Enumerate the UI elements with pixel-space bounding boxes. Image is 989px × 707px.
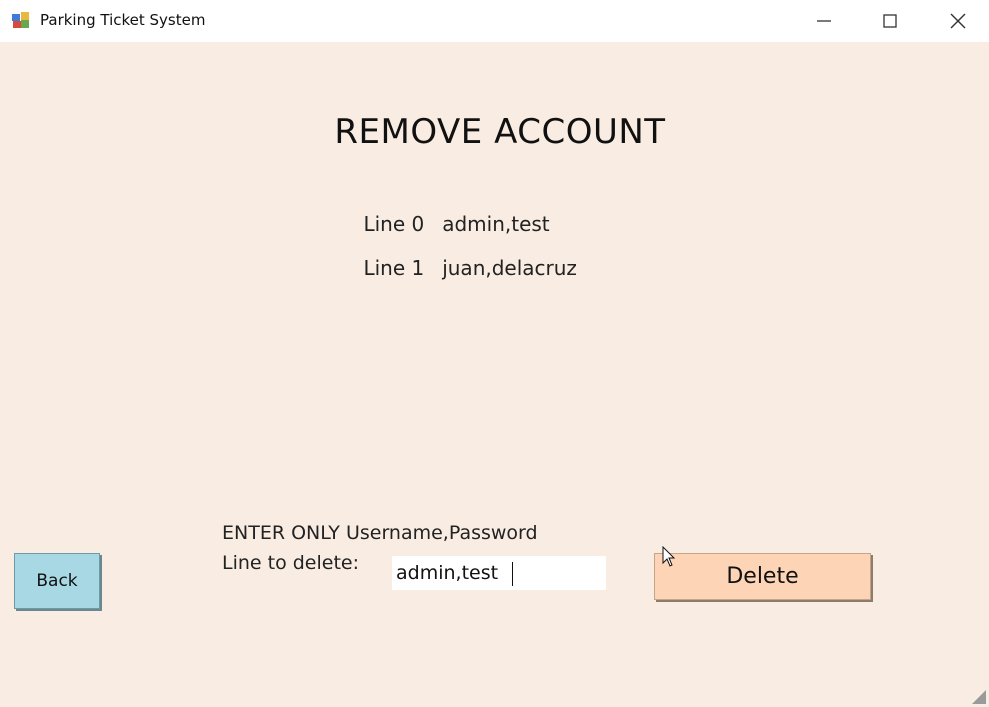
form-client-area: REMOVE ACCOUNT Line 0 admin,test Line 1 ju… [0,42,989,707]
maximize-icon [883,14,897,28]
delete-button[interactable]: Delete [654,553,871,600]
app-icon [12,12,29,28]
mouse-cursor-icon [662,546,676,567]
line-label: Line 1 [363,256,425,280]
close-button[interactable] [926,0,989,42]
window-title: Parking Ticket System [40,11,206,29]
line-value: juan,delacruz [442,256,577,280]
minimize-button[interactable] [792,0,856,42]
close-icon [950,13,966,29]
page-title: REMOVE ACCOUNT [334,112,666,152]
instruction-text: ENTER ONLY Username,Password [222,522,538,544]
account-line-1: Line 1 juan,delacruz [338,232,577,304]
maximize-button[interactable] [858,0,922,42]
resize-grip-icon[interactable] [970,690,986,704]
title-bar: Parking Ticket System [0,0,989,42]
line-to-delete-input[interactable] [392,556,606,590]
back-button[interactable]: Back [14,553,100,609]
minimize-icon [817,20,831,22]
line-to-delete-label: Line to delete: [222,552,360,574]
text-caret [512,562,513,586]
